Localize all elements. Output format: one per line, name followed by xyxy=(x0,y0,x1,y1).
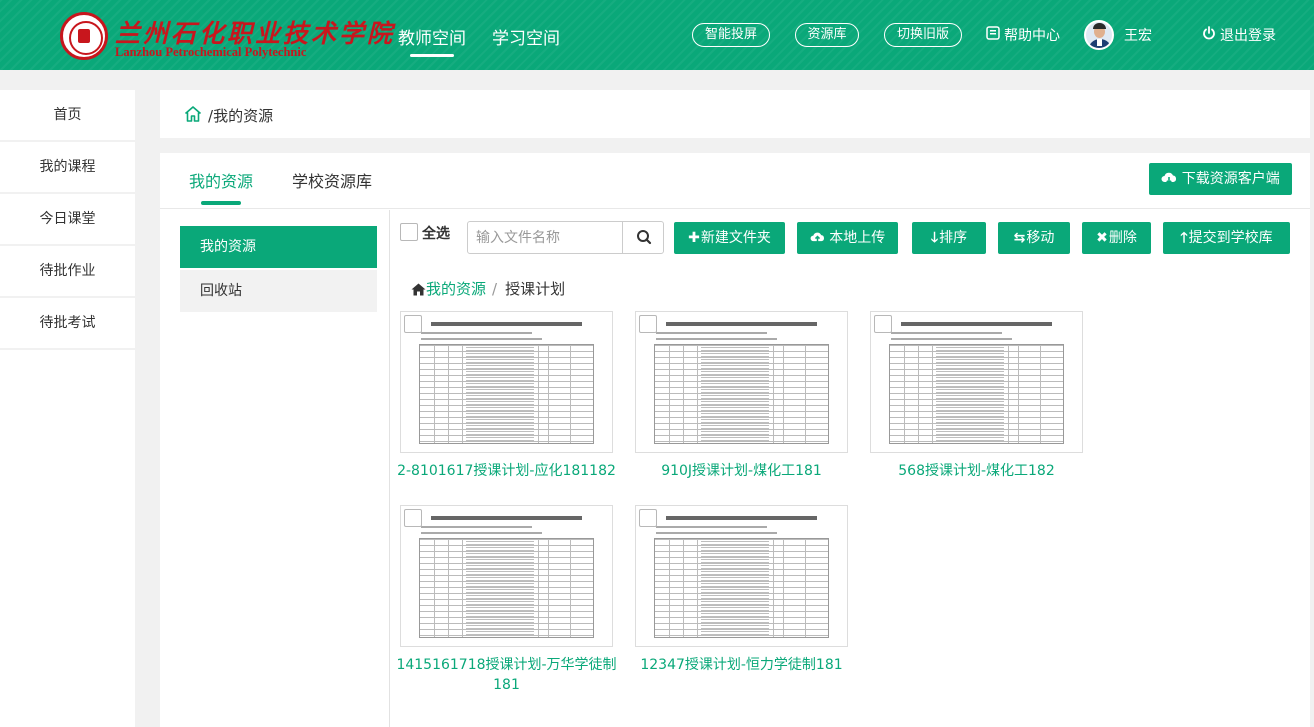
tab-school-library[interactable]: 学校资源库 xyxy=(292,168,372,192)
file-checkbox[interactable] xyxy=(639,315,657,333)
search-box xyxy=(467,221,664,254)
file-thumbnail[interactable] xyxy=(635,311,848,453)
arrow-up-icon: 🡑 xyxy=(1180,230,1188,246)
folder-path: 我的资源 / 授课计划 xyxy=(411,278,565,300)
nav-study-space[interactable]: 学习空间 xyxy=(492,24,560,49)
help-icon xyxy=(986,26,1000,44)
search-icon xyxy=(637,230,652,245)
subnav-my-resources[interactable]: 我的资源 xyxy=(180,226,377,268)
plus-icon: ✚ xyxy=(688,230,700,246)
file-thumbnail[interactable] xyxy=(870,311,1083,453)
search-button[interactable] xyxy=(622,222,664,253)
sidebar-item-home[interactable]: 首页 xyxy=(0,90,135,142)
help-center-link[interactable]: 帮助中心 xyxy=(986,25,1060,45)
school-logo[interactable]: 兰州石化职业技术学院 Lanzhou Petrochemical Polytec… xyxy=(60,12,392,60)
resource-library-button[interactable]: 资源库 xyxy=(795,23,859,47)
cloud-download-icon xyxy=(1161,171,1181,187)
search-input[interactable] xyxy=(468,222,623,253)
cloud-upload-icon xyxy=(810,230,829,246)
file-name[interactable]: 568授课计划-煤化工182 xyxy=(860,461,1093,481)
file-thumbnail[interactable] xyxy=(400,505,613,647)
path-root-link[interactable]: 我的资源 xyxy=(426,280,486,298)
user-name[interactable]: 王宏 xyxy=(1124,25,1152,45)
left-sidebar: 首页 我的课程 今日课堂 待批作业 待批考试 xyxy=(0,90,135,727)
logout-link[interactable]: 退出登录 xyxy=(1202,25,1276,45)
download-client-button[interactable]: 下载资源客户端 xyxy=(1149,163,1292,195)
sidebar-item-pending-homework[interactable]: 待批作业 xyxy=(0,246,135,298)
file-thumbnail[interactable] xyxy=(400,311,613,453)
top-header: 兰州石化职业技术学院 Lanzhou Petrochemical Polytec… xyxy=(0,0,1314,70)
logo-english-name: Lanzhou Petrochemical Polytechnic xyxy=(115,45,307,59)
file-checkbox[interactable] xyxy=(404,315,422,333)
logout-label: 退出登录 xyxy=(1220,28,1276,44)
school-seal-icon xyxy=(60,12,108,60)
file-checkbox[interactable] xyxy=(404,509,422,527)
breadcrumb-current: /我的资源 xyxy=(208,107,274,125)
sidebar-item-today-class[interactable]: 今日课堂 xyxy=(0,194,135,246)
help-center-label: 帮助中心 xyxy=(1004,28,1060,44)
file-checkbox[interactable] xyxy=(874,315,892,333)
sub-navigation: 我的资源 回收站 xyxy=(180,226,377,312)
file-name[interactable]: 12347授课计划-恒力学徒制181 xyxy=(625,655,858,675)
file-name[interactable]: 910J授课计划-煤化工181 xyxy=(625,461,858,481)
smart-cast-button[interactable]: 智能投屏 xyxy=(692,23,770,47)
breadcrumb: /我的资源 xyxy=(160,90,1310,138)
file-thumbnail[interactable] xyxy=(635,505,848,647)
path-separator: / xyxy=(492,280,498,298)
sidebar-item-pending-exams[interactable]: 待批考试 xyxy=(0,298,135,350)
select-all-label[interactable]: 全选 xyxy=(422,223,450,243)
power-icon xyxy=(1202,26,1216,44)
file-name[interactable]: 1415161718授课计划-万华学徒制181 xyxy=(390,655,623,695)
file-name[interactable]: 2-8101617授课计划-应化181182 xyxy=(390,461,623,481)
path-current-folder: 授课计划 xyxy=(505,280,566,298)
tab-my-resources[interactable]: 我的资源 xyxy=(189,168,253,205)
sort-button[interactable]: 🡓排序 xyxy=(912,222,986,254)
arrow-down-icon: 🡓 xyxy=(930,230,939,246)
new-folder-button[interactable]: ✚新建文件夹 xyxy=(674,222,785,254)
sidebar-item-my-courses[interactable]: 我的课程 xyxy=(0,142,135,194)
home-icon[interactable] xyxy=(183,104,203,124)
tab-bar: 我的资源 学校资源库 下载资源客户端 xyxy=(160,153,1310,209)
close-icon: ✖ xyxy=(1096,230,1108,246)
delete-button[interactable]: ✖删除 xyxy=(1082,222,1151,254)
switch-old-version-button[interactable]: 切换旧版 xyxy=(884,23,962,47)
subnav-recycle-bin[interactable]: 回收站 xyxy=(180,270,377,312)
swap-arrows-icon: ⇆ xyxy=(1013,230,1026,246)
user-avatar[interactable] xyxy=(1084,20,1114,50)
home-solid-icon[interactable] xyxy=(411,282,426,300)
local-upload-button[interactable]: 本地上传 xyxy=(797,222,898,254)
resource-panel: 我的资源 学校资源库 下载资源客户端 我的资源 回收站 全选 ✚新建文件夹 本地… xyxy=(160,153,1310,727)
move-button[interactable]: ⇆移动 xyxy=(998,222,1070,254)
select-all-checkbox[interactable] xyxy=(400,223,418,241)
file-checkbox[interactable] xyxy=(639,509,657,527)
nav-teacher-space[interactable]: 教师空间 xyxy=(398,24,466,57)
submit-to-school-button[interactable]: 🡑提交到学校库 xyxy=(1163,222,1290,254)
